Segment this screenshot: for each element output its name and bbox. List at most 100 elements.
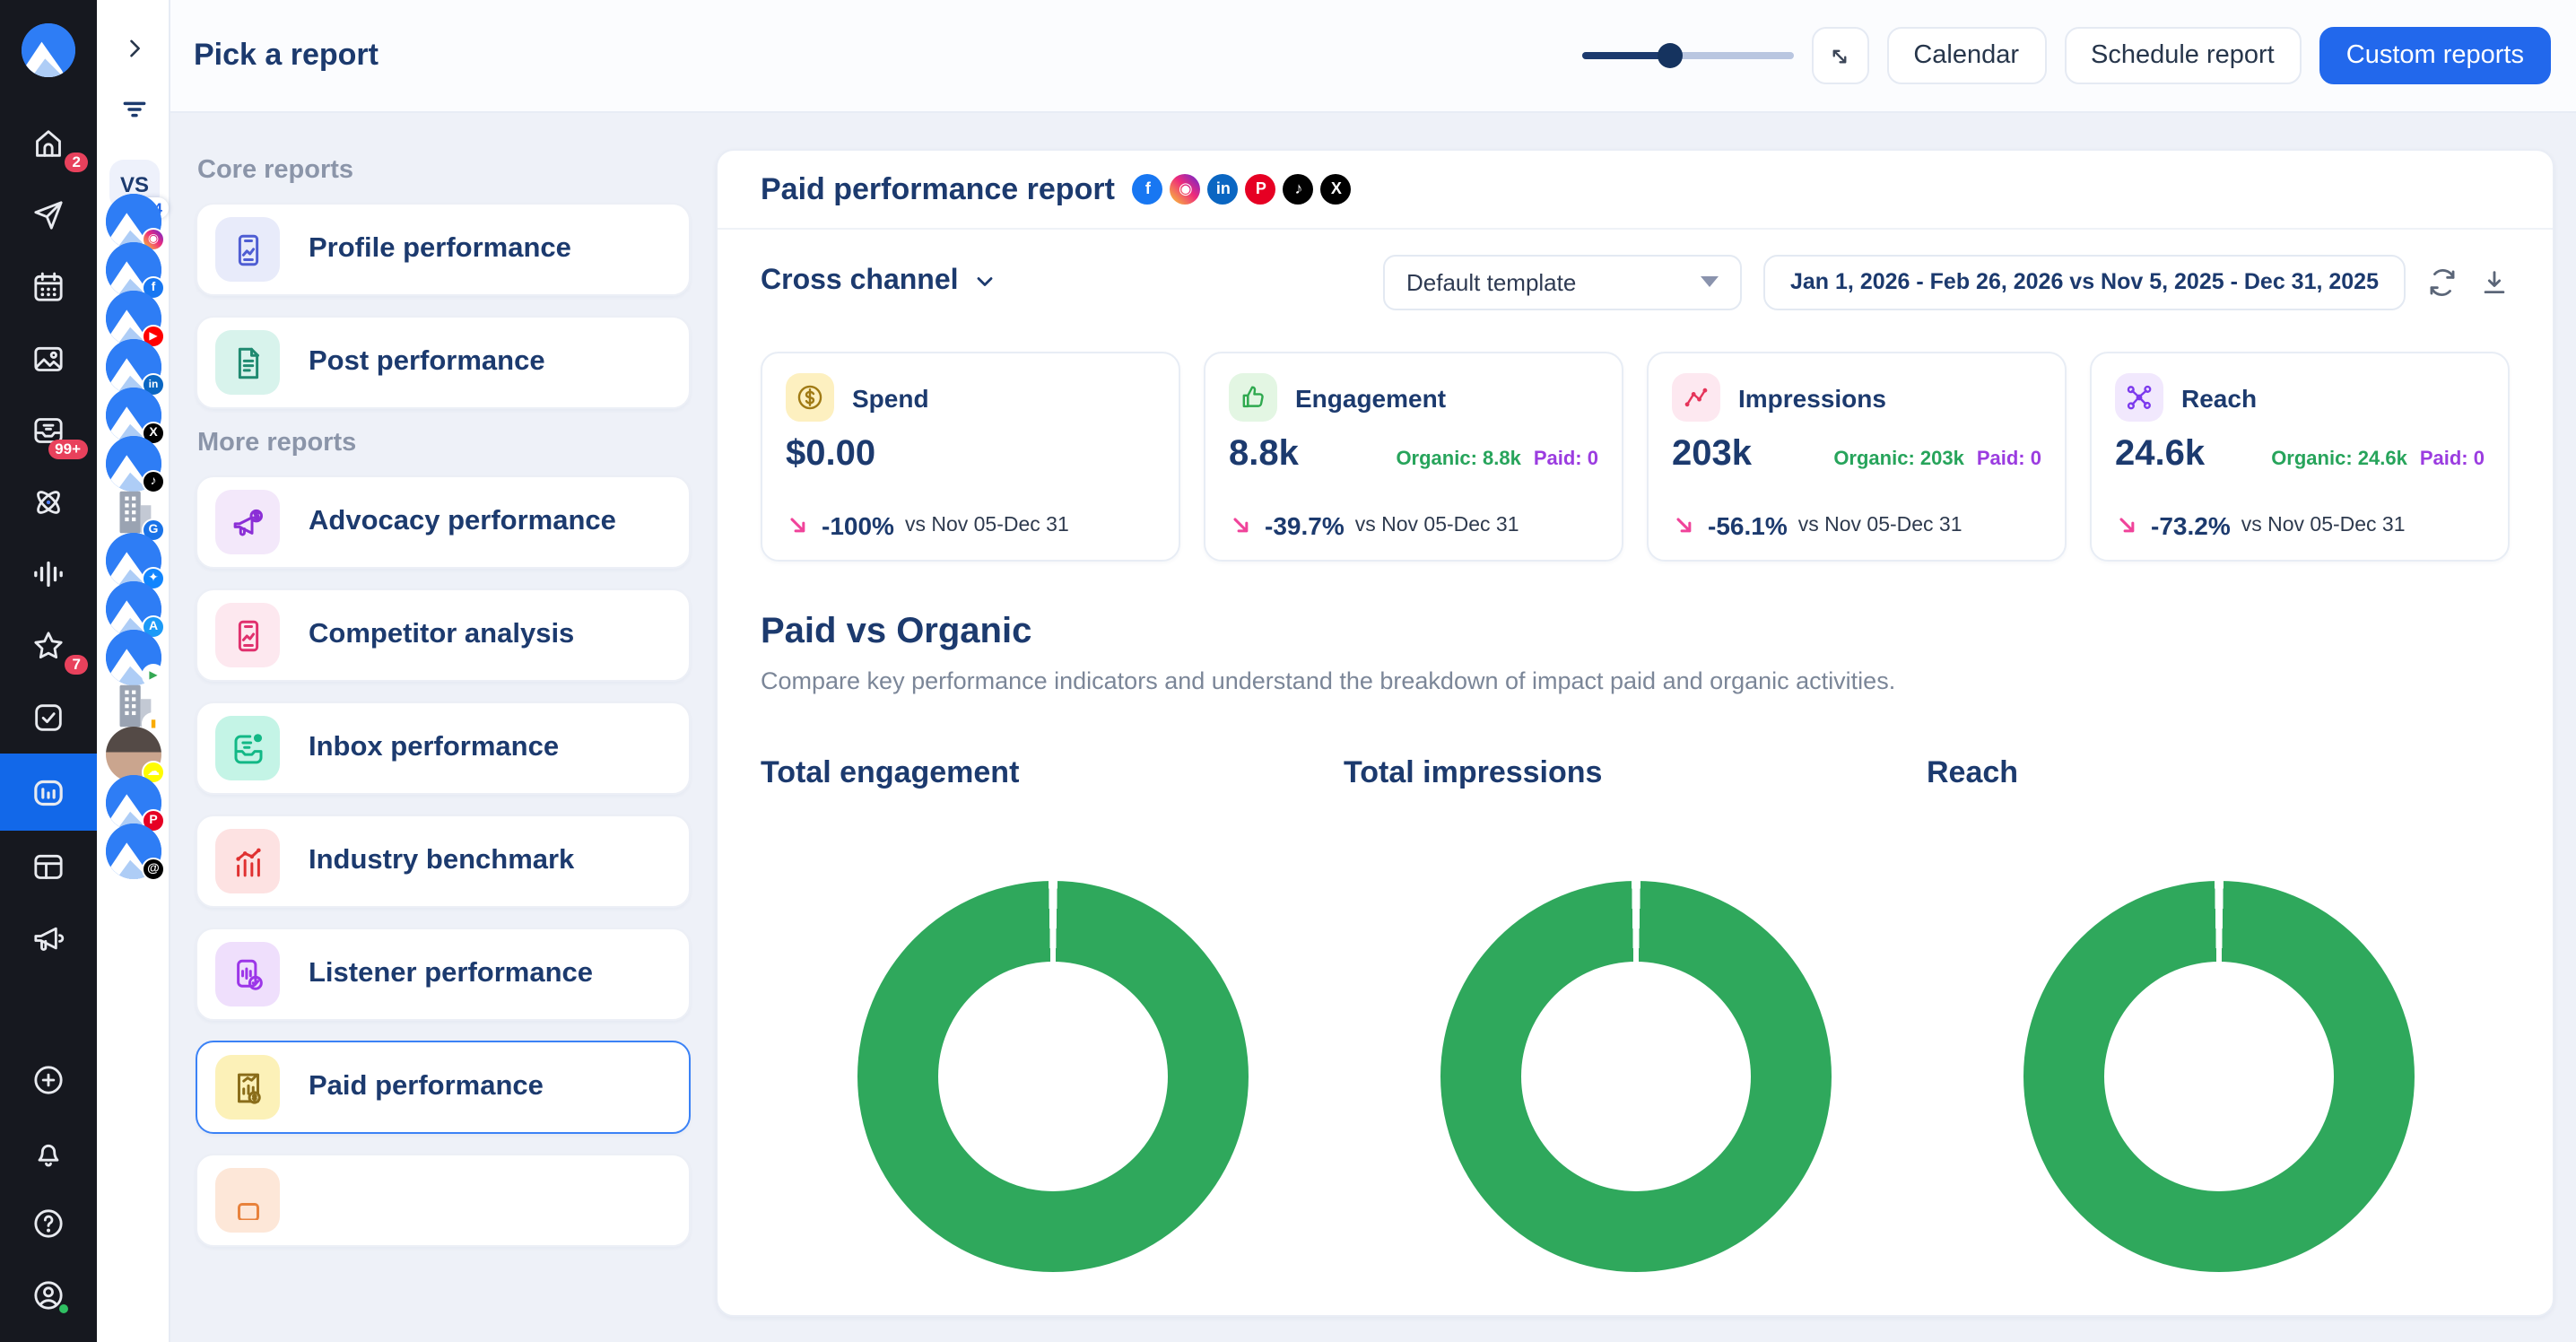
channel-selector[interactable]: Cross channel [761, 266, 998, 298]
report-item-inbox-performance[interactable]: Inbox performance [196, 702, 691, 795]
sidebar-item-audio-wave[interactable] [0, 538, 97, 610]
kpi-card-spend: Spend$0.00-100%vs Nov 05-Dec 31 [761, 352, 1180, 562]
profile-avatar-tiktok[interactable]: ♪ [106, 436, 161, 492]
trend-down-arrow-icon [2115, 513, 2140, 538]
report-paid-icon [215, 1055, 280, 1120]
kpi-value: 8.8k [1229, 434, 1299, 475]
kpi-value: $0.00 [786, 434, 875, 475]
expand-button[interactable] [1811, 27, 1868, 84]
report-listener-icon [215, 942, 280, 1006]
kpi-compare-period: vs Nov 05-Dec 31 [1798, 515, 1962, 536]
calendar-button[interactable]: Calendar [1886, 27, 2046, 84]
kpi-value-row: 203kOrganic: 203kPaid: 0 [1672, 434, 2041, 475]
profile-avatar-x[interactable]: X [106, 388, 161, 443]
report-item-listener-performance[interactable]: Listener performance [196, 928, 691, 1021]
schedule-report-button[interactable]: Schedule report [2064, 27, 2302, 84]
kpi-value-row: 24.6kOrganic: 24.6kPaid: 0 [2115, 434, 2485, 475]
profile-avatar-snapchat[interactable]: ☁ [106, 727, 161, 782]
paid-vs-organic-title: Paid vs Organic [761, 612, 2510, 653]
date-range-picker[interactable]: Jan 1, 2026 - Feb 26, 2026 vs Nov 5, 202… [1763, 254, 2406, 309]
report-item-label: Post performance [309, 346, 545, 379]
sidebar-item-send[interactable] [0, 179, 97, 251]
kpi-paid-value: Paid: 0 [2420, 449, 2485, 470]
pinterest-icon: P [1246, 174, 1276, 205]
bell-icon [30, 1134, 66, 1170]
custom-reports-button[interactable]: Custom reports [2319, 27, 2551, 84]
profile-avatar-facebook[interactable]: f [106, 242, 161, 298]
kpi-compare-period: vs Nov 05-Dec 31 [2241, 515, 2406, 536]
profile-avatar-linkedin[interactable]: in [106, 339, 161, 395]
section-label: Core reports [197, 156, 691, 185]
help-circle-icon [30, 1206, 66, 1242]
report-industry-icon [215, 829, 280, 893]
sidebar-item-check-square[interactable] [0, 682, 97, 754]
refresh-icon[interactable] [2427, 266, 2458, 297]
sidebar-item-calendar[interactable] [0, 251, 97, 323]
kpi-paid-value: Paid: 0 [1977, 449, 2041, 470]
trend-down-arrow-icon [1229, 513, 1254, 538]
donut-chart-title: Total engagement [761, 755, 1344, 791]
sidebar-item-plus-circle[interactable] [0, 1044, 97, 1116]
report-item-partial[interactable] [196, 1154, 691, 1247]
sidebar-item-bar-chart[interactable] [0, 754, 97, 831]
zoom-slider[interactable] [1581, 52, 1793, 59]
report-item-competitor-analysis[interactable]: Competitor analysis [196, 588, 691, 682]
profile-avatar-app-store[interactable]: A [106, 581, 161, 637]
zoom-slider-handle[interactable] [1658, 43, 1683, 68]
app-root: 299+7 VS 14 ◉f▶inX♪G✦A▶▮☁P@ Pick a repor… [0, 0, 2576, 1342]
kpi-delta: -56.1% [1708, 511, 1788, 540]
report-item-label: Listener performance [309, 958, 593, 990]
kpi-network-icon [2115, 373, 2163, 422]
trend-down-arrow-icon [786, 513, 811, 538]
sidebar-item-user-circle[interactable] [0, 1259, 97, 1331]
kpi-organic-value: Organic: 8.8k [1396, 449, 1520, 470]
donut-chart-column: Total engagement [761, 755, 1344, 1272]
kpi-header: Engagement [1229, 373, 1598, 422]
sidebar-item-bell[interactable] [0, 1116, 97, 1188]
report-item-label: Paid performance [309, 1071, 544, 1103]
kpi-compare-period: vs Nov 05-Dec 31 [1355, 515, 1519, 536]
profile-avatar-google-play[interactable]: ▶ [106, 630, 161, 685]
kpi-compare-period: vs Nov 05-Dec 31 [905, 515, 1069, 536]
profile-avatar-instagram[interactable]: ◉ [106, 194, 161, 249]
donut-chart-column: Total impressions [1344, 755, 1927, 1272]
kpi-value: 24.6k [2115, 434, 2205, 475]
profile-avatar-google-business[interactable]: G [106, 484, 161, 540]
chevron-down-icon [973, 269, 998, 294]
sidebar-item-megaphone[interactable] [0, 902, 97, 974]
sidebar-item-atom[interactable] [0, 466, 97, 538]
collapse-panel-chevron-icon[interactable] [122, 36, 147, 68]
profile-avatar-bluesky[interactable]: ✦ [106, 533, 161, 588]
report-item-profile-performance[interactable]: Profile performance [196, 203, 691, 296]
kpi-card-reach: Reach24.6kOrganic: 24.6kPaid: 0-73.2%vs … [2090, 352, 2510, 562]
sidebar-item-layout[interactable] [0, 831, 97, 902]
profile-avatar-youtube[interactable]: ▶ [106, 291, 161, 346]
template-select[interactable]: Default template [1383, 254, 1742, 309]
report-item-post-performance[interactable]: Post performance [196, 316, 691, 409]
sidebar-item-star[interactable]: 7 [0, 610, 97, 682]
report-item-advocacy-performance[interactable]: Advocacy performance [196, 475, 691, 569]
send-icon [30, 197, 66, 233]
section-label: More reports [197, 429, 691, 458]
sidebar-item-inbox[interactable]: 99+ [0, 395, 97, 466]
sidebar-item-help-circle[interactable] [0, 1188, 97, 1259]
filter-icon[interactable] [120, 95, 149, 124]
chevron-down-icon [1701, 276, 1719, 287]
kpi-delta: -73.2% [2151, 511, 2231, 540]
download-icon[interactable] [2479, 266, 2510, 297]
profile-avatar-threads[interactable]: @ [106, 824, 161, 879]
kpi-card-impressions: Impressions203kOrganic: 203kPaid: 0-56.1… [1647, 352, 2067, 562]
app-logo[interactable] [22, 23, 75, 77]
report-item-paid-performance[interactable]: Paid performance [196, 1041, 691, 1134]
kpi-card-engagement: Engagement8.8kOrganic: 8.8kPaid: 0-39.7%… [1204, 352, 1623, 562]
report-item-industry-benchmark[interactable]: Industry benchmark [196, 815, 691, 908]
kpi-split: Organic: 203kPaid: 0 [1833, 449, 2041, 470]
layout-icon [30, 849, 66, 884]
report-competitor-icon [215, 603, 280, 667]
sidebar-item-home[interactable]: 2 [0, 108, 97, 179]
profile-avatar-pinterest[interactable]: P [106, 775, 161, 831]
profile-avatar-google-analytics[interactable]: ▮ [106, 678, 161, 734]
sidebar-item-image[interactable] [0, 323, 97, 395]
kpi-delta-row: -56.1% vs Nov 05-Dec 31 [1672, 511, 1962, 540]
kpi-label: Reach [2181, 383, 2257, 412]
